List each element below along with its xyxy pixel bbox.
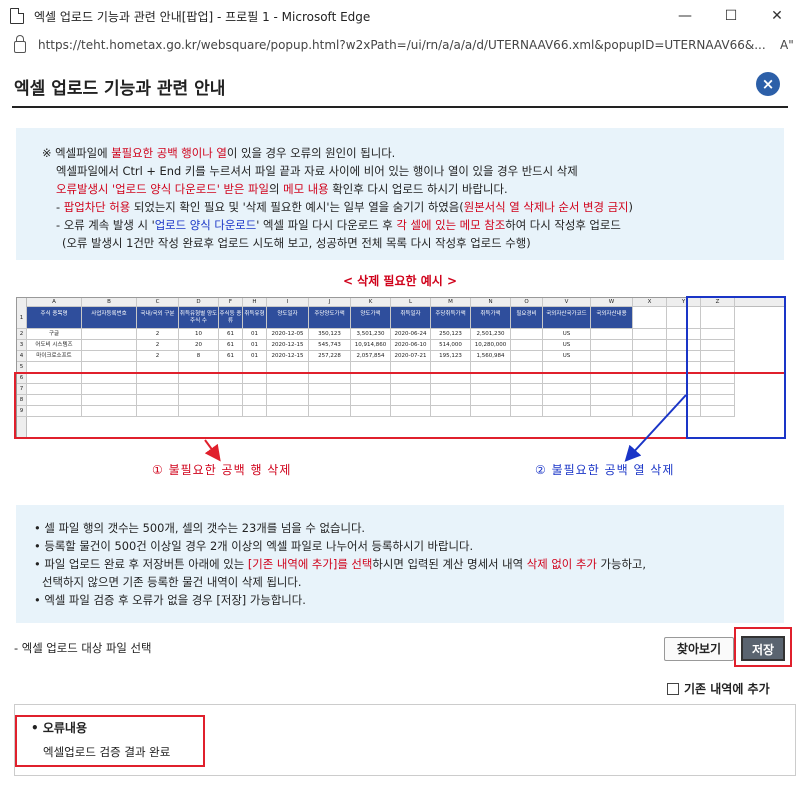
save-button[interactable]: 저장 [741, 636, 785, 661]
info-panel: • 셀 파일 행의 갯수는 500개, 셀의 갯수는 23개를 넘을 수 없습니… [16, 505, 784, 623]
info-line-5: • 엑셀 파일 검증 후 오류가 없을 경우 [저장] 가능합니다. [34, 593, 306, 607]
info-line-1: • 셀 파일 행의 갯수는 500개, 셀의 갯수는 23개를 넘을 수 없습니… [34, 521, 366, 535]
upload-file-label: - 엑셀 업로드 대상 파일 선택 [14, 641, 152, 655]
info-line-2: • 등록할 물건이 500건 이상일 경우 2개 이상의 엑셀 파일로 나누어서… [34, 539, 474, 553]
blue-arrow [624, 394, 687, 462]
append-checkbox-row[interactable]: 기존 내역에 추가 [667, 680, 770, 697]
annotation-arrows [204, 394, 687, 462]
append-checkbox[interactable] [667, 682, 679, 695]
info-line-4: 선택하지 않으면 기존 등록한 물건 내역이 삭제 됩니다. [42, 575, 302, 589]
browse-button[interactable]: 찾아보기 [664, 637, 734, 661]
label-delete-columns: ② 불필요한 공백 열 삭제 [535, 463, 675, 477]
append-checkbox-label: 기존 내역에 추가 [684, 682, 770, 696]
red-arrow [204, 439, 221, 462]
error-highlight [15, 715, 205, 767]
label-delete-rows: ① 불필요한 공백 행 삭제 [152, 463, 292, 477]
info-line-3: • 파일 업로드 완료 후 저장버튼 아래에 있는 [기존 내역에 추가]를 선… [34, 557, 647, 571]
